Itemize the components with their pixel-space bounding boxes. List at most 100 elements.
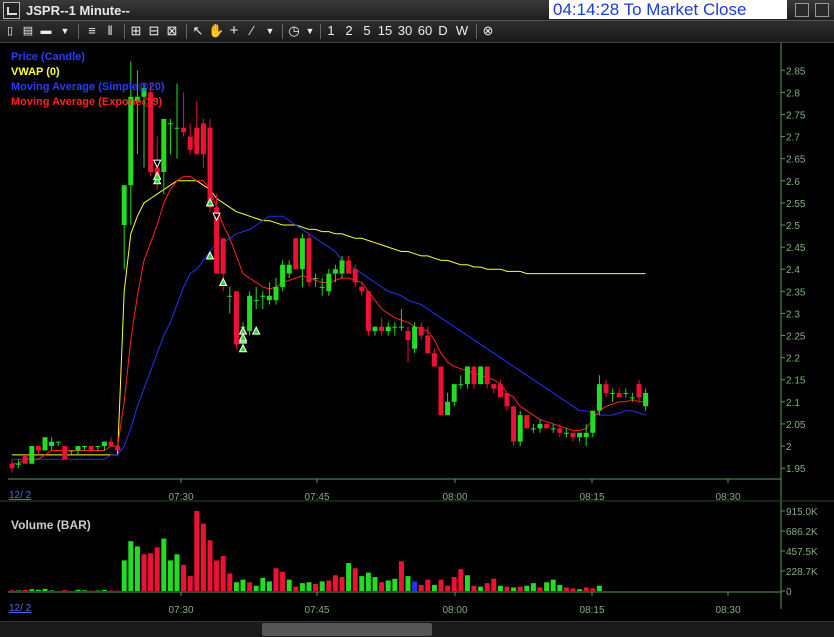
candle-body: [82, 446, 87, 447]
price-tick-label: 2.05: [786, 420, 806, 431]
volume-bar: [564, 588, 569, 591]
candle-body: [280, 265, 285, 287]
volume-bar: [412, 581, 417, 591]
title-bar: JSPR--1 Minute-- 04:14:28 To Market Clos…: [0, 0, 834, 21]
candle-body: [307, 238, 312, 282]
timeframe-30[interactable]: 30: [396, 23, 414, 39]
candle-body: [320, 287, 325, 288]
volume-bar: [465, 575, 470, 591]
volume-bar: [353, 568, 358, 591]
volume-bar: [214, 560, 219, 591]
volume-time-tick-label: 08:15: [579, 605, 604, 616]
pan-hand-icon[interactable]: ✋: [208, 23, 224, 39]
price-tick-label: 2.6: [786, 177, 800, 188]
candle-body: [115, 446, 120, 450]
volume-bar: [392, 579, 397, 591]
time-tick-label: 07:30: [168, 492, 193, 503]
volume-bar: [181, 565, 186, 591]
candle-body: [10, 464, 15, 468]
candle-body: [300, 238, 305, 269]
volume-tick-label: 0: [786, 587, 792, 598]
candle-body: [221, 238, 226, 273]
legend-vwap: VWAP (0): [11, 66, 60, 78]
date-tag-volume: 12/ 2: [9, 603, 31, 614]
candle-body: [419, 327, 424, 336]
timeframe-2[interactable]: 2: [342, 23, 356, 39]
crosshair-grid-icon[interactable]: ⊞: [128, 23, 144, 39]
volume-bar: [399, 561, 404, 591]
buy-signal-marker: [240, 345, 247, 352]
candle-body: [379, 327, 384, 331]
candle-body: [445, 402, 450, 415]
candle-body: [254, 300, 259, 301]
volume-tick-label: 915.0K: [786, 507, 818, 518]
line-style-icon[interactable]: ▬: [38, 23, 54, 39]
candle-body: [432, 353, 437, 366]
ema9-line: [12, 176, 646, 463]
zoom-box-icon[interactable]: ⊠: [164, 23, 180, 39]
candle-body: [630, 397, 635, 398]
volume-tick-label: 228.7K: [786, 567, 818, 578]
scrollbar-thumb[interactable]: [262, 623, 432, 636]
volume-bar: [168, 560, 173, 591]
volume-bar: [359, 576, 364, 591]
volume-bar: [326, 581, 331, 591]
price-tick-label: 2.25: [786, 332, 806, 343]
minimize-button[interactable]: [795, 3, 809, 17]
volume-bar: [425, 580, 430, 591]
toolbar-divider: [282, 24, 283, 39]
horizontal-scrollbar[interactable]: [0, 621, 834, 637]
candle-body: [122, 185, 127, 225]
candle-body: [274, 287, 279, 300]
timeframe-15[interactable]: 15: [376, 23, 394, 39]
toolbar-divider: [186, 24, 187, 39]
toolbar-divider: [320, 24, 321, 39]
candle-body: [89, 446, 94, 450]
bar-style-icon[interactable]: ▯: [2, 23, 18, 39]
timeframe-daily[interactable]: D: [436, 23, 450, 39]
timeframe-60[interactable]: 60: [416, 23, 434, 39]
candle-body: [333, 269, 338, 273]
crosshair-icon[interactable]: +: [226, 23, 242, 39]
volume-bar: [95, 590, 100, 591]
dropdown-arrow-icon[interactable]: ▼: [58, 23, 72, 39]
sell-signal-marker: [154, 160, 161, 167]
candle-body: [227, 296, 232, 297]
timeframe-dropdown-icon[interactable]: ▼: [304, 23, 316, 39]
maximize-button[interactable]: [815, 3, 829, 17]
candle-body: [538, 424, 543, 428]
candle-body: [597, 384, 602, 411]
chart-type-icon[interactable]: ▤: [20, 23, 36, 39]
drawing-dropdown-icon[interactable]: ▼: [264, 23, 276, 39]
candle-body: [524, 415, 529, 428]
price-tick-label: 2.7: [786, 133, 800, 144]
candle-body: [326, 274, 331, 292]
grid-icon[interactable]: ⊟: [146, 23, 162, 39]
price-tick-label: 2.15: [786, 376, 806, 387]
volume-tick-label: 686.2K: [786, 527, 818, 538]
timeframe-5[interactable]: 5: [360, 23, 374, 39]
toolbar-divider: [476, 24, 477, 39]
volume-bar: [194, 511, 199, 591]
close-chart-icon[interactable]: ⊗: [480, 23, 496, 39]
vertical-split-icon[interactable]: ‖: [102, 23, 118, 39]
timeframe-1[interactable]: 1: [324, 23, 338, 39]
horizontal-split-icon[interactable]: ≡: [84, 23, 100, 39]
time-tick-label: 08:30: [715, 492, 740, 503]
clock-icon[interactable]: ◷: [286, 23, 302, 39]
time-tick-label: 08:00: [442, 492, 467, 503]
chart-area[interactable]: 2.852.82.752.72.652.62.552.52.452.42.352…: [0, 43, 834, 636]
pointer-icon[interactable]: ↖: [190, 23, 206, 39]
candle-body: [373, 327, 378, 331]
candle-body: [392, 327, 397, 328]
volume-bar: [76, 590, 81, 591]
price-tick-label: 2.45: [786, 243, 806, 254]
volume-bar: [373, 577, 378, 591]
price-tick-label: 1.95: [786, 464, 806, 475]
chart-canvas[interactable]: 2.852.82.752.72.652.62.552.52.452.42.352…: [0, 43, 834, 636]
volume-time-tick-label: 07:45: [304, 605, 329, 616]
volume-bar: [432, 585, 437, 591]
timeframe-weekly[interactable]: W: [454, 23, 470, 39]
trendline-icon[interactable]: ∕: [244, 23, 260, 39]
candle-body: [498, 384, 503, 397]
